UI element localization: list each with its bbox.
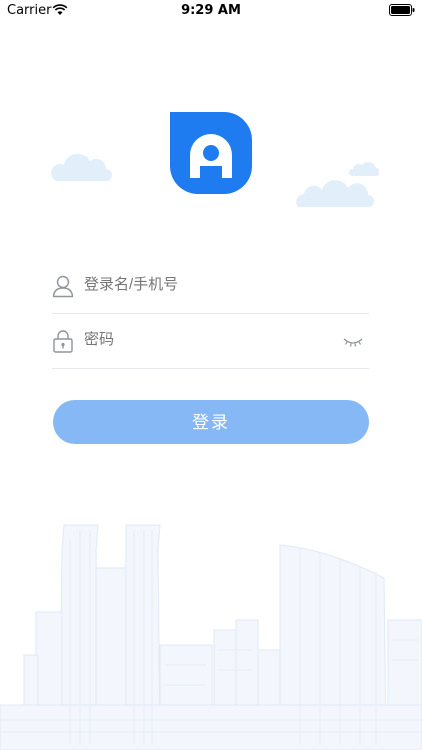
eye-closed-icon[interactable] bbox=[343, 335, 363, 349]
city-skyline-illustration bbox=[0, 524, 422, 750]
cloud-icon bbox=[349, 162, 379, 176]
password-field[interactable] bbox=[52, 313, 369, 369]
lock-icon bbox=[53, 330, 73, 353]
username-input[interactable] bbox=[84, 276, 324, 293]
username-field[interactable] bbox=[52, 258, 369, 314]
user-icon bbox=[52, 275, 74, 298]
password-input[interactable] bbox=[84, 331, 324, 348]
battery-icon bbox=[389, 4, 415, 16]
cloud-icon bbox=[51, 153, 112, 181]
status-bar: Carrier 9:29 AM bbox=[0, 0, 422, 22]
app-logo-icon bbox=[170, 112, 252, 194]
clock: 9:29 AM bbox=[181, 3, 241, 18]
login-button[interactable]: 登录 bbox=[53, 400, 369, 444]
cloud-icon bbox=[296, 180, 374, 207]
